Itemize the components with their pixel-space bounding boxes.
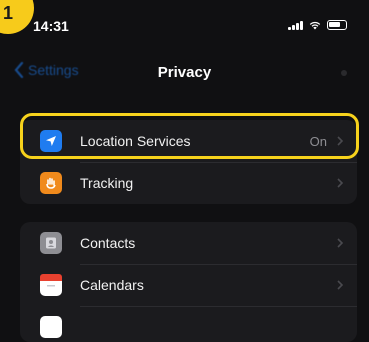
- status-time: 14:31: [33, 18, 69, 34]
- privacy-group-2: Contacts Calendars: [20, 222, 357, 342]
- page-title: Privacy: [157, 64, 212, 81]
- chevron-right-icon: [337, 280, 343, 290]
- chevron-right-icon: [337, 238, 343, 248]
- navigation-bar: Settings Privacy: [0, 52, 369, 92]
- cellular-signal-icon: [288, 21, 303, 30]
- calendar-icon: [40, 274, 62, 296]
- tracking-label: Tracking: [80, 175, 134, 191]
- calendars-label: Calendars: [80, 277, 144, 293]
- tracking-icon: [40, 172, 62, 194]
- tracking-row[interactable]: Tracking: [20, 162, 357, 204]
- calendars-row[interactable]: Calendars: [20, 264, 357, 306]
- battery-icon: [327, 20, 347, 30]
- status-bar: 14:31: [0, 0, 369, 44]
- status-icons: [288, 20, 347, 30]
- wifi-icon: [309, 21, 321, 30]
- partial-row[interactable]: [20, 306, 357, 342]
- reminders-icon: [40, 316, 62, 338]
- contacts-label: Contacts: [80, 235, 136, 251]
- nav-dot: [341, 70, 347, 76]
- contacts-row[interactable]: Contacts: [20, 222, 357, 264]
- contacts-icon: [40, 232, 62, 254]
- chevron-right-icon: [337, 178, 343, 188]
- location-services-highlight: [20, 113, 359, 159]
